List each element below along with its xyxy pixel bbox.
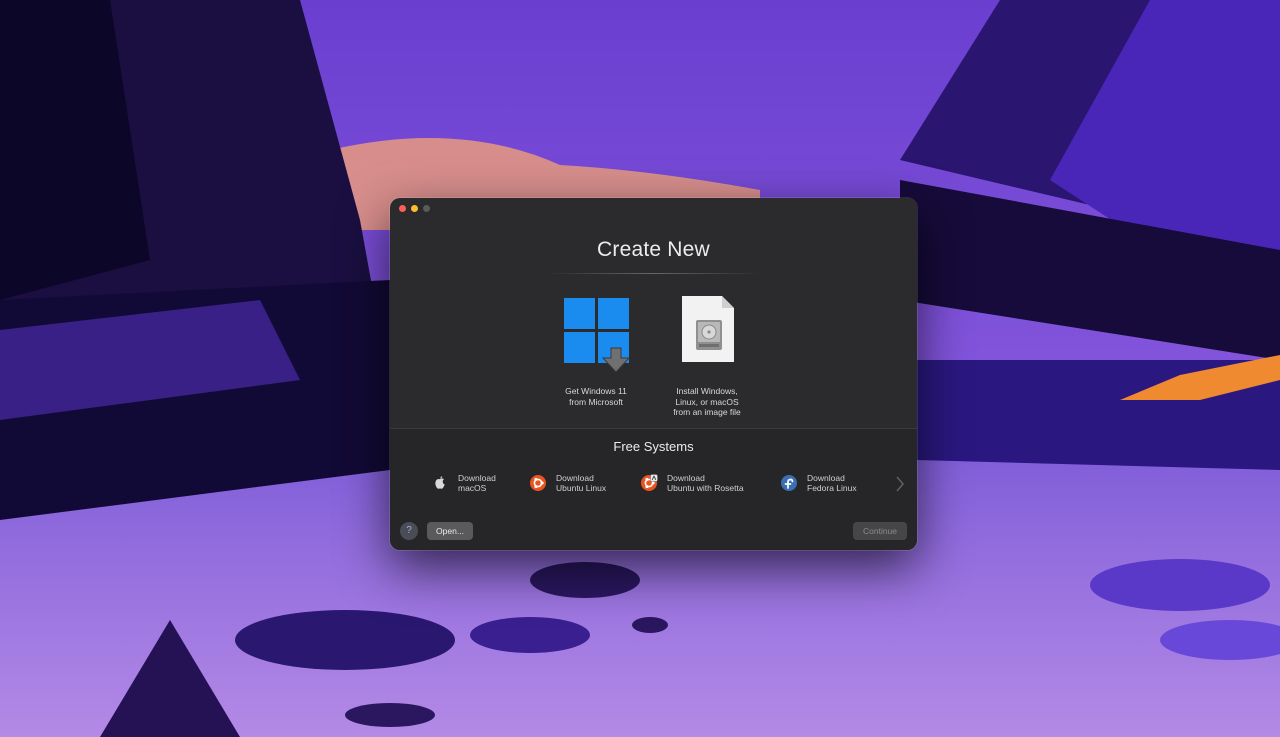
free-systems-title: Free Systems bbox=[613, 439, 694, 454]
close-window-button[interactable] bbox=[399, 205, 406, 212]
download-macos-item[interactable]: Download macOS bbox=[431, 472, 496, 494]
download-ubuntu-line2: Ubuntu Linux bbox=[556, 483, 607, 493]
continue-button[interactable]: Continue bbox=[853, 522, 907, 540]
help-button[interactable]: ? bbox=[400, 522, 418, 540]
window-title: Create New bbox=[597, 238, 710, 261]
download-fedora-item[interactable]: Download Fedora Linux bbox=[780, 472, 857, 494]
ubuntu-icon bbox=[529, 474, 547, 492]
download-ubuntu-rosetta-line1: Download bbox=[667, 473, 705, 483]
disk-image-icon bbox=[682, 296, 734, 362]
title-divider bbox=[545, 273, 762, 274]
download-ubuntu-rosetta-item[interactable]: Download Ubuntu with Rosetta bbox=[640, 472, 744, 494]
get-windows-option[interactable]: Get Windows 11 from Microsoft bbox=[541, 296, 651, 407]
download-macos-line2: macOS bbox=[458, 483, 487, 493]
install-from-image-option[interactable]: Install Windows, Linux, or macOS from an… bbox=[652, 296, 762, 418]
download-fedora-line1: Download bbox=[807, 473, 845, 483]
apple-icon bbox=[431, 474, 449, 492]
install-from-image-label: Install Windows, Linux, or macOS from an… bbox=[673, 386, 741, 417]
free-systems-section: Free Systems Download macOS Download Ubu… bbox=[390, 428, 917, 550]
download-macos-line1: Download bbox=[458, 473, 496, 483]
download-ubuntu-line1: Download bbox=[556, 473, 594, 483]
download-ubuntu-rosetta-line2: Ubuntu with Rosetta bbox=[667, 483, 744, 493]
ubuntu-rosetta-icon bbox=[640, 474, 658, 492]
window-controls bbox=[399, 205, 430, 212]
open-button[interactable]: Open... bbox=[427, 522, 473, 540]
download-fedora-line2: Fedora Linux bbox=[807, 483, 857, 493]
download-ubuntu-item[interactable]: Download Ubuntu Linux bbox=[529, 472, 606, 494]
zoom-window-button[interactable] bbox=[423, 205, 430, 212]
get-windows-label: Get Windows 11 from Microsoft bbox=[565, 386, 627, 407]
create-new-window: Create New Get Windows 11 from Microsoft bbox=[390, 198, 917, 550]
minimize-window-button[interactable] bbox=[411, 205, 418, 212]
windows-download-icon bbox=[564, 298, 631, 373]
fedora-icon bbox=[780, 474, 798, 492]
chevron-right-icon[interactable] bbox=[893, 475, 907, 493]
